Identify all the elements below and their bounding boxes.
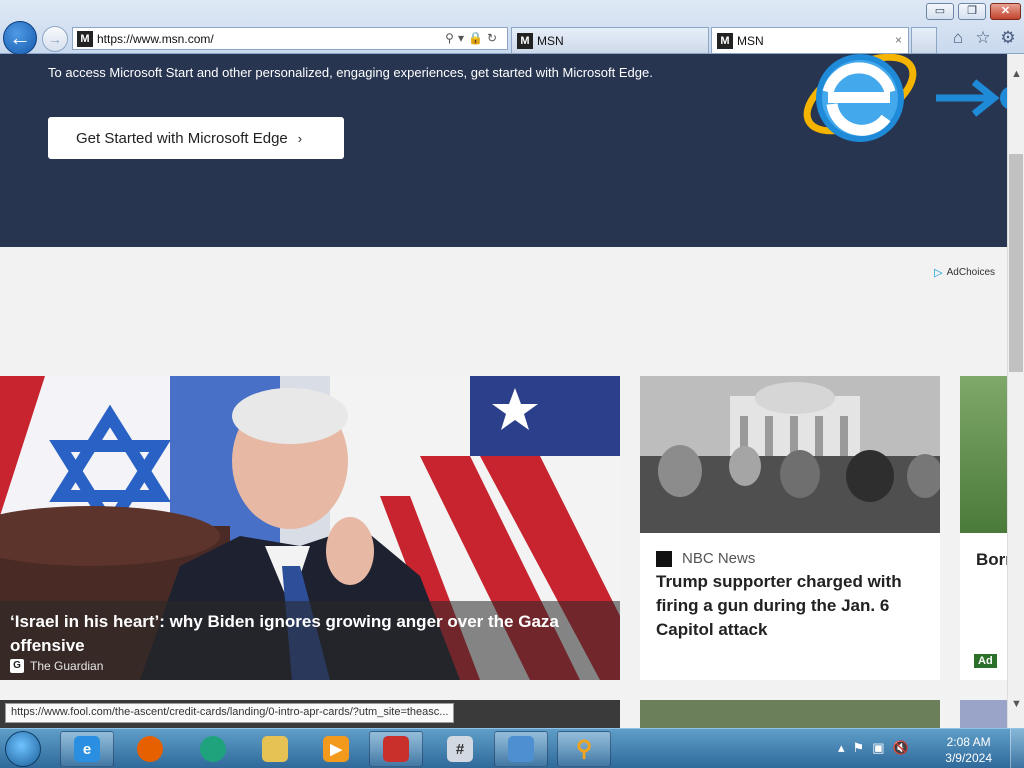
- msn-favicon-icon: M: [77, 31, 93, 47]
- tray-icons[interactable]: ▴⚑▣🔇: [838, 740, 917, 756]
- forward-arrow-icon: →: [48, 31, 62, 47]
- taskbar-clock[interactable]: 2:08 AM 3/9/2024: [945, 734, 992, 766]
- ad-badge: Ad: [974, 654, 997, 668]
- card3-headline[interactable]: Born the $17: [976, 548, 1007, 572]
- search-icon[interactable]: ⚲: [445, 31, 458, 45]
- favorites-star-icon[interactable]: ☆: [973, 28, 993, 48]
- address-url[interactable]: https://www.msn.com/: [97, 32, 214, 46]
- tab-close-icon[interactable]: ×: [895, 33, 902, 47]
- ie-to-edge-logo-icon: [803, 54, 1007, 142]
- magnifier-icon: ⚲: [575, 736, 593, 761]
- back-button[interactable]: ←: [3, 21, 37, 55]
- nbc-peacock-icon: [656, 550, 672, 567]
- volume-muted-icon[interactable]: 🔇: [892, 740, 916, 755]
- msn-favicon-icon: M: [517, 33, 533, 49]
- new-tab-button[interactable]: [911, 27, 937, 53]
- folder-icon: [262, 736, 288, 762]
- tab-label: MSN: [537, 34, 564, 48]
- taskbar-firefox[interactable]: [123, 731, 177, 767]
- address-bar[interactable]: M https://www.msn.com/ ⚲▾🔒↻: [72, 27, 508, 50]
- taskbar-file-explorer[interactable]: [248, 731, 302, 767]
- hero-headline[interactable]: ‘Israel in his heart’: why Biden ignores…: [10, 610, 590, 658]
- taskbar-magnifier[interactable]: ⚲: [557, 731, 611, 767]
- scrollbar-thumb[interactable]: [1009, 154, 1023, 372]
- news-card-nbc[interactable]: NBC News Trump supporter charged with fi…: [640, 376, 940, 680]
- vertical-scrollbar[interactable]: ▲ ▼: [1007, 54, 1024, 728]
- media-player-icon: ▶: [323, 736, 349, 762]
- scroll-down-icon[interactable]: ▼: [1009, 698, 1024, 714]
- tab-label: MSN: [737, 34, 764, 48]
- address-tools[interactable]: ⚲▾🔒↻: [445, 31, 501, 45]
- guardian-logo-icon: G: [10, 659, 24, 673]
- news-card-lower-3[interactable]: [960, 700, 1007, 728]
- msn-favicon-icon: M: [717, 33, 733, 49]
- lock-icon[interactable]: 🔒: [468, 31, 487, 45]
- internet-explorer-icon: e: [74, 736, 100, 762]
- taskbar-control-panel[interactable]: [494, 731, 548, 767]
- clock-date: 3/9/2024: [945, 751, 992, 765]
- adchoices-icon: ▷: [934, 267, 943, 279]
- control-panel-icon: [508, 736, 534, 762]
- taskbar-toolbox[interactable]: [369, 731, 423, 767]
- system-tray: ▴⚑▣🔇 2:08 AM 3/9/2024: [834, 729, 1024, 768]
- web-page: To access Microsoft Start and other pers…: [0, 54, 1007, 728]
- forward-button[interactable]: →: [42, 26, 68, 52]
- status-bar-url: https://www.fool.com/the-ascent/credit-c…: [5, 703, 455, 723]
- card2-source-label: NBC News: [682, 550, 756, 567]
- show-desktop-button[interactable]: [1010, 729, 1024, 768]
- card3-image: [960, 376, 1007, 533]
- media-app-icon: [200, 736, 226, 762]
- get-started-edge-button[interactable]: Get Started with Microsoft Edge ›: [48, 117, 344, 159]
- tab-msn-1[interactable]: M MSN: [511, 27, 709, 53]
- hero-news-card[interactable]: ‘Israel in his heart’: why Biden ignores…: [0, 376, 620, 680]
- scroll-up-icon[interactable]: ▲: [1009, 68, 1024, 84]
- browser-chrome: ▭ ❐ ✕ ← → M https://www.msn.com/ ⚲▾🔒↻ M …: [0, 0, 1024, 55]
- restore-button[interactable]: ❐: [958, 3, 986, 20]
- refresh-icon[interactable]: ↻: [487, 31, 501, 45]
- edge-promo-banner: To access Microsoft Start and other pers…: [0, 54, 1007, 247]
- dropdown-icon[interactable]: ▾: [458, 31, 468, 45]
- adchoices-link[interactable]: ▷ AdChoices: [934, 266, 995, 279]
- taskbar-media-player[interactable]: ▶: [309, 731, 363, 767]
- network-icon[interactable]: ▣: [872, 740, 892, 755]
- toolbox-icon: [383, 736, 409, 762]
- tray-expand-icon[interactable]: ▴: [838, 740, 853, 755]
- banner-text: To access Microsoft Start and other pers…: [48, 65, 653, 80]
- card2-headline[interactable]: Trump supporter charged with firing a gu…: [656, 570, 924, 642]
- taskbar-calculator[interactable]: #: [433, 731, 487, 767]
- card2-image: [640, 376, 940, 533]
- news-card-lower-2[interactable]: [640, 700, 940, 728]
- start-button[interactable]: [5, 731, 41, 767]
- firefox-icon: [137, 736, 163, 762]
- taskbar: e ▶ # ⚲ ▴⚑▣🔇 2:08 AM 3/9/2024: [0, 728, 1024, 768]
- card2-source: NBC News: [656, 550, 755, 567]
- chevron-right-icon: ›: [297, 130, 303, 146]
- calculator-icon: #: [447, 736, 473, 762]
- minimize-button[interactable]: ▭: [926, 3, 954, 20]
- close-window-button[interactable]: ✕: [990, 3, 1021, 20]
- clock-time: 2:08 AM: [946, 735, 991, 749]
- hero-source: G The Guardian: [10, 659, 103, 673]
- taskbar-internet-explorer[interactable]: e: [60, 731, 114, 767]
- tab-msn-2[interactable]: M MSN ×: [711, 27, 909, 53]
- adchoices-label: AdChoices: [946, 267, 995, 278]
- back-arrow-icon: ←: [9, 25, 31, 50]
- settings-gear-icon[interactable]: ⚙: [998, 28, 1018, 48]
- button-label: Get Started with Microsoft Edge: [76, 129, 288, 147]
- news-card-ad[interactable]: Born the $17 Ad: [960, 376, 1007, 680]
- taskbar-media-app[interactable]: [186, 731, 240, 767]
- home-icon[interactable]: ⌂: [948, 28, 968, 48]
- hero-source-label: The Guardian: [30, 659, 104, 673]
- action-center-flag-icon[interactable]: ⚑: [853, 740, 873, 755]
